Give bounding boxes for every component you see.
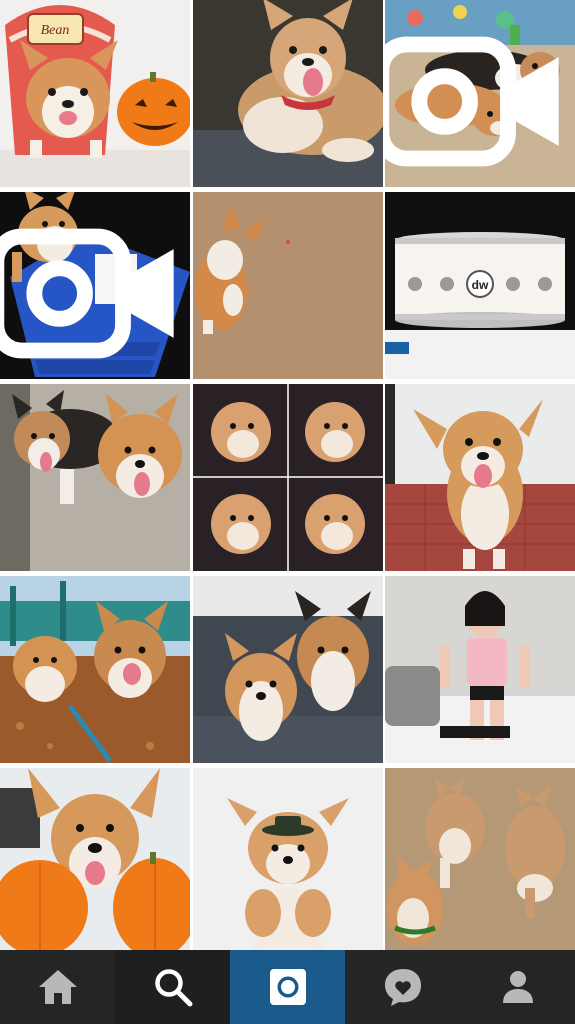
photo-corgi-carpet — [192, 192, 383, 379]
explore-screen: Bean dw — [0, 0, 575, 1024]
grid-photo-12[interactable] — [385, 576, 575, 763]
tab-home[interactable] — [0, 950, 115, 1024]
activity-heart-icon — [384, 969, 421, 1006]
photo-dw-snare-drum: dw — [385, 192, 575, 379]
video-camera-icon — [0, 228, 174, 359]
grid-photo-13[interactable] — [0, 768, 190, 955]
grid-photo-5[interactable] — [192, 192, 383, 379]
dw-logo-text: dw — [472, 278, 489, 292]
photo-corgi-tiny-hat — [192, 768, 383, 955]
grid-photo-8[interactable] — [192, 384, 383, 571]
tab-search[interactable] — [115, 950, 230, 1024]
grid-photo-1[interactable]: Bean — [0, 0, 190, 187]
photo-two-corgis-playground — [0, 576, 190, 763]
tab-camera[interactable] — [230, 950, 345, 1024]
photo-corgi-collage — [192, 384, 383, 571]
bean-label: Bean — [41, 23, 70, 38]
photo-fluffy-corgi-tongue — [192, 0, 383, 187]
photo-corgi-bean-costume: Bean — [0, 0, 190, 187]
grid-photo-15[interactable] — [385, 768, 575, 955]
photo-grid: Bean dw — [0, 0, 575, 955]
collage-cell — [304, 494, 365, 554]
profile-icon — [502, 971, 533, 1003]
collage-cell — [210, 402, 271, 462]
bottom-tab-bar — [0, 950, 575, 1024]
grid-photo-11[interactable] — [192, 576, 383, 763]
grid-photo-10[interactable] — [0, 576, 190, 763]
collage-cell — [304, 402, 365, 462]
photo-corgi-pumpkins — [0, 768, 190, 955]
tab-activity[interactable] — [345, 950, 460, 1024]
home-icon — [38, 970, 77, 1004]
search-icon — [154, 969, 192, 1007]
grid-photo-3[interactable] — [385, 0, 575, 187]
grid-photo-6[interactable]: dw — [385, 192, 575, 379]
grid-photo-4[interactable] — [0, 192, 190, 379]
photo-woman-bedroom — [385, 576, 575, 763]
photo-three-corgis-dirt — [385, 768, 575, 955]
grid-photo-9[interactable] — [385, 384, 575, 571]
video-camera-icon — [385, 36, 559, 167]
camera-icon — [269, 969, 306, 1005]
grid-photo-7[interactable] — [0, 384, 190, 571]
photo-corgi-tile-floor — [385, 384, 575, 571]
photo-two-corgis-sidewalk — [0, 384, 190, 571]
grid-photo-2[interactable] — [192, 0, 383, 187]
tab-profile[interactable] — [460, 950, 575, 1024]
collage-cell — [210, 494, 271, 554]
photo-two-corgis-couch — [192, 576, 383, 763]
grid-photo-14[interactable] — [192, 768, 383, 955]
